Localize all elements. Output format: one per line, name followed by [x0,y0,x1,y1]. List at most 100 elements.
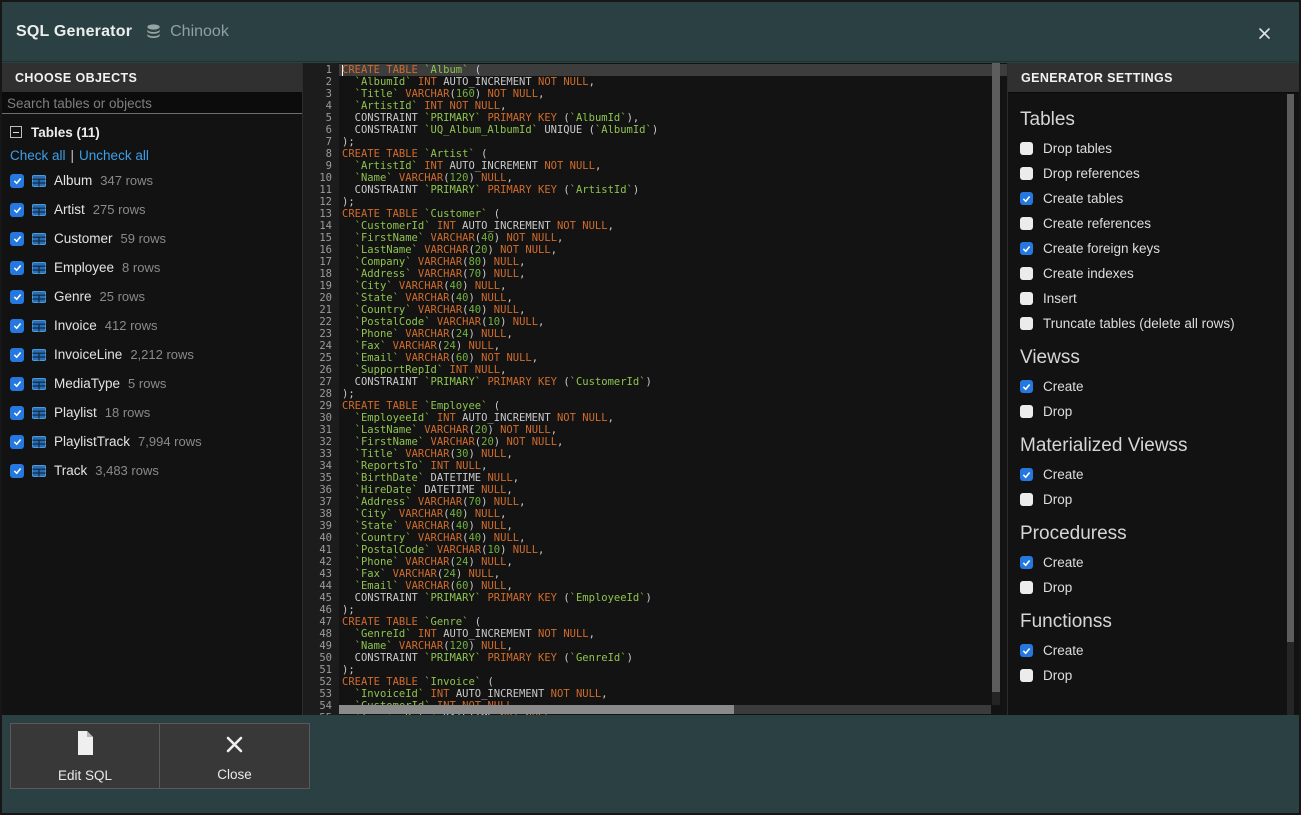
code-line[interactable]: `HireDate` DATETIME NULL, [339,484,1007,496]
code-line[interactable]: `Address` VARCHAR(70) NULL, [339,268,1007,280]
line-number: 1 [303,64,332,76]
code-line[interactable]: CREATE TABLE `Employee` ( [339,400,1007,412]
settings-checkbox[interactable] [1020,242,1033,255]
check-all-link[interactable]: Check all [10,148,66,163]
settings-option-label: Create [1043,467,1084,482]
code-line[interactable]: `City` VARCHAR(40) NULL, [339,508,1007,520]
code-line[interactable]: ); [339,136,1007,148]
table-checkbox[interactable] [10,232,24,246]
settings-option-label: Drop [1043,404,1072,419]
code-line[interactable]: CREATE TABLE `Album` ( [339,64,1007,76]
settings-checkbox[interactable] [1020,142,1033,155]
line-number-gutter: 1234567891011121314151617181920212223242… [303,63,339,715]
dialog-close-icon[interactable] [1255,24,1273,42]
code-line[interactable]: CONSTRAINT `PRIMARY` PRIMARY KEY (`Artis… [339,184,1007,196]
table-name: MediaType [54,376,120,391]
code-line[interactable]: CONSTRAINT `PRIMARY` PRIMARY KEY (`Custo… [339,376,1007,388]
code-line[interactable]: `Email` VARCHAR(60) NULL, [339,580,1007,592]
settings-checkbox[interactable] [1020,468,1033,481]
code-line[interactable]: CREATE TABLE `Customer` ( [339,208,1007,220]
code-line[interactable]: `Fax` VARCHAR(24) NULL, [339,340,1007,352]
code-line[interactable]: CONSTRAINT `PRIMARY` PRIMARY KEY (`Emplo… [339,592,1007,604]
settings-checkbox[interactable] [1020,644,1033,657]
code-line[interactable]: `LastName` VARCHAR(20) NOT NULL, [339,424,1007,436]
code-line[interactable]: `InvoiceId` INT AUTO_INCREMENT NOT NULL, [339,688,1007,700]
code-line[interactable]: `PostalCode` VARCHAR(10) NULL, [339,316,1007,328]
code-line[interactable]: `Title` VARCHAR(30) NULL, [339,448,1007,460]
code-line[interactable]: `Email` VARCHAR(60) NOT NULL, [339,352,1007,364]
code-line[interactable]: ); [339,196,1007,208]
collapse-icon[interactable] [10,126,22,138]
code-line[interactable]: `ReportsTo` INT NULL, [339,460,1007,472]
table-checkbox[interactable] [10,435,24,449]
table-checkbox[interactable] [10,464,24,478]
editor-vertical-scrollbar[interactable] [992,63,1000,705]
code-line[interactable]: `Country` VARCHAR(40) NULL, [339,304,1007,316]
settings-checkbox[interactable] [1020,192,1033,205]
settings-checkbox[interactable] [1020,317,1033,330]
table-checkbox[interactable] [10,319,24,333]
code-line[interactable]: `FirstName` VARCHAR(20) NOT NULL, [339,436,1007,448]
settings-option: Drop [1020,492,1273,507]
code-line[interactable]: `Title` VARCHAR(160) NOT NULL, [339,88,1007,100]
settings-checkbox[interactable] [1020,669,1033,682]
table-checkbox[interactable] [10,406,24,420]
code-line[interactable]: `GenreId` INT AUTO_INCREMENT NOT NULL, [339,628,1007,640]
settings-checkbox[interactable] [1020,380,1033,393]
table-checkbox[interactable] [10,377,24,391]
settings-checkbox[interactable] [1020,493,1033,506]
code-line[interactable]: `LastName` VARCHAR(20) NOT NULL, [339,244,1007,256]
code-line[interactable]: CREATE TABLE `Genre` ( [339,616,1007,628]
code-line[interactable]: `PostalCode` VARCHAR(10) NULL, [339,544,1007,556]
code-line[interactable]: ); [339,664,1007,676]
code-line[interactable]: `CustomerId` INT AUTO_INCREMENT NOT NULL… [339,220,1007,232]
code-line[interactable]: `Name` VARCHAR(120) NULL, [339,640,1007,652]
code-line[interactable]: `Phone` VARCHAR(24) NULL, [339,556,1007,568]
code-line[interactable]: `ArtistId` INT AUTO_INCREMENT NOT NULL, [339,160,1007,172]
sql-editor[interactable]: 1234567891011121314151617181920212223242… [302,63,1007,715]
code-line[interactable]: CONSTRAINT `PRIMARY` PRIMARY KEY (`Album… [339,112,1007,124]
code-line[interactable]: CREATE TABLE `Invoice` ( [339,676,1007,688]
table-checkbox[interactable] [10,290,24,304]
search-input[interactable] [2,93,302,114]
table-checkbox[interactable] [10,174,24,188]
uncheck-all-link[interactable]: Uncheck all [79,148,149,163]
code-line[interactable]: `State` VARCHAR(40) NULL, [339,292,1007,304]
code-line[interactable]: `Phone` VARCHAR(24) NULL, [339,328,1007,340]
code-line[interactable]: `Company` VARCHAR(80) NULL, [339,256,1007,268]
code-line[interactable]: `ArtistId` INT NOT NULL, [339,100,1007,112]
table-checkbox[interactable] [10,261,24,275]
code-line[interactable]: `AlbumId` INT AUTO_INCREMENT NOT NULL, [339,76,1007,88]
settings-checkbox[interactable] [1020,556,1033,569]
settings-option: Create tables [1020,191,1273,206]
code-line[interactable]: `City` VARCHAR(40) NULL, [339,280,1007,292]
code-line[interactable]: CONSTRAINT `UQ_Album_AlbumId` UNIQUE (`A… [339,124,1007,136]
settings-checkbox[interactable] [1020,167,1033,180]
settings-checkbox[interactable] [1020,292,1033,305]
table-checkbox[interactable] [10,348,24,362]
code-line[interactable]: CREATE TABLE `Artist` ( [339,148,1007,160]
settings-checkbox[interactable] [1020,267,1033,280]
close-button[interactable]: Close [160,723,310,789]
line-number: 38 [303,508,332,520]
code-line[interactable]: `State` VARCHAR(40) NULL, [339,520,1007,532]
edit-sql-button[interactable]: Edit SQL [10,723,160,789]
code-line[interactable]: `Country` VARCHAR(40) NULL, [339,532,1007,544]
code-line[interactable]: `SupportRepId` INT NULL, [339,364,1007,376]
code-area[interactable]: CREATE TABLE `Album` ( `AlbumId` INT AUT… [339,63,1007,715]
code-line[interactable]: `Name` VARCHAR(120) NULL, [339,172,1007,184]
code-line[interactable]: ); [339,604,1007,616]
code-line[interactable]: `EmployeeId` INT AUTO_INCREMENT NOT NULL… [339,412,1007,424]
settings-checkbox[interactable] [1020,217,1033,230]
code-line[interactable]: `Address` VARCHAR(70) NULL, [339,496,1007,508]
table-name: InvoiceLine [54,347,122,362]
table-checkbox[interactable] [10,203,24,217]
settings-checkbox[interactable] [1020,405,1033,418]
settings-checkbox[interactable] [1020,581,1033,594]
code-line[interactable]: `FirstName` VARCHAR(40) NOT NULL, [339,232,1007,244]
settings-vertical-scrollbar[interactable] [1287,94,1294,715]
code-line[interactable]: CONSTRAINT `PRIMARY` PRIMARY KEY (`Genre… [339,652,1007,664]
code-line[interactable]: `BirthDate` DATETIME NULL, [339,472,1007,484]
code-line[interactable]: `Fax` VARCHAR(24) NULL, [339,568,1007,580]
code-line[interactable]: ); [339,388,1007,400]
